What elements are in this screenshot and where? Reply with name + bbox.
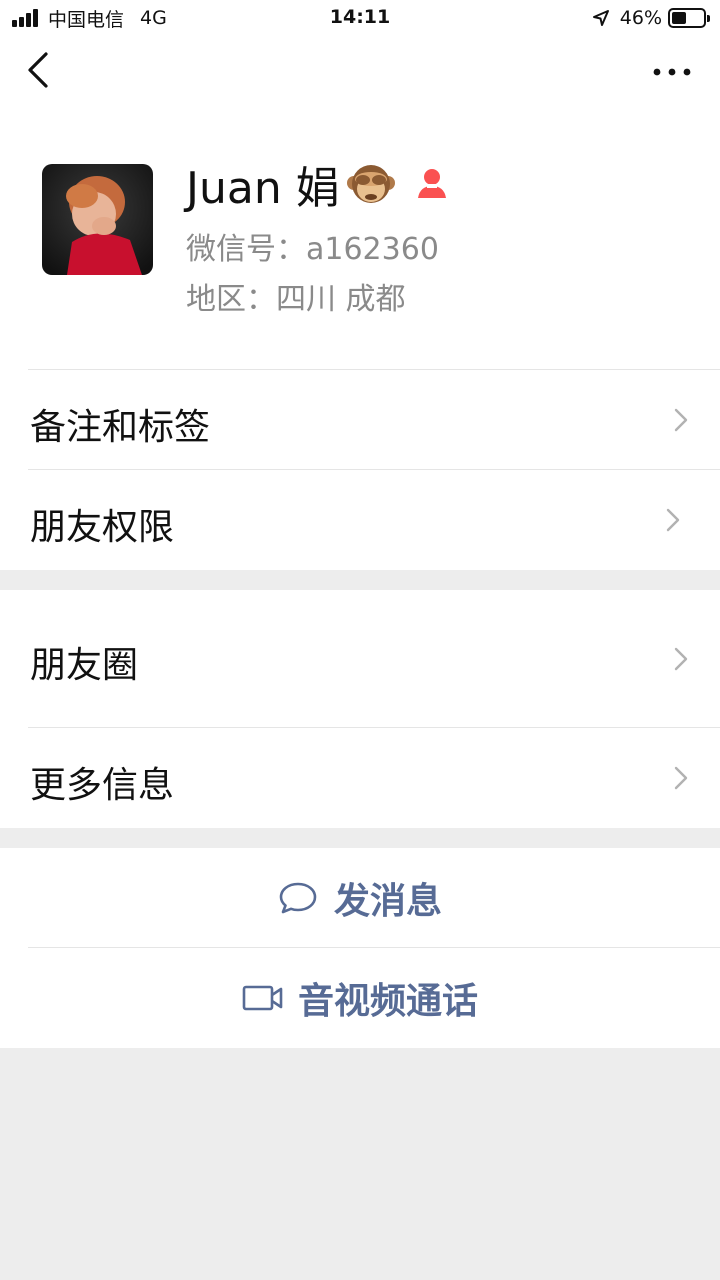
remarks-tags-label: 备注和标签 bbox=[30, 407, 211, 448]
friend-permissions-item[interactable]: 朋友权限 bbox=[0, 470, 720, 570]
status-right: 46% bbox=[592, 6, 710, 30]
see-no-evil-monkey-icon bbox=[346, 165, 395, 203]
location-arrow-icon bbox=[592, 10, 609, 26]
ellipsis-icon[interactable] bbox=[648, 60, 696, 84]
more-info-label: 更多信息 bbox=[30, 765, 175, 806]
avatar[interactable] bbox=[42, 164, 153, 275]
region: 地区：四川 成都 bbox=[186, 282, 406, 317]
battery-fill bbox=[672, 12, 686, 24]
video-call-button[interactable]: 音视频通话 bbox=[0, 948, 720, 1048]
chevron-right-icon bbox=[674, 647, 688, 671]
friend-permissions-label: 朋友权限 bbox=[30, 507, 175, 548]
profile-name: Juan 娟 bbox=[186, 163, 340, 214]
send-message-button[interactable]: 发消息 bbox=[0, 848, 720, 948]
profile-card: Juan 娟 微信号：a162360 地区：四川 成都 bbox=[0, 106, 720, 370]
video-call-label: 音视频通话 bbox=[297, 981, 478, 1022]
name-row: Juan 娟 bbox=[186, 154, 452, 214]
chevron-right-icon bbox=[666, 508, 680, 532]
battery-icon bbox=[668, 8, 710, 28]
battery-percent: 46% bbox=[619, 7, 662, 29]
moments-item[interactable]: 朋友圈 bbox=[0, 590, 720, 728]
chat-bubble-icon bbox=[279, 882, 317, 914]
chevron-left-icon[interactable] bbox=[20, 50, 60, 94]
moments-label: 朋友圈 bbox=[30, 645, 139, 686]
video-camera-icon bbox=[242, 985, 283, 1011]
wechat-id: 微信号：a162360 bbox=[186, 232, 439, 267]
female-gender-icon bbox=[417, 169, 446, 198]
more-info-item[interactable]: 更多信息 bbox=[0, 728, 720, 828]
remarks-tags-item[interactable]: 备注和标签 bbox=[0, 370, 720, 470]
send-message-label: 发消息 bbox=[333, 881, 442, 922]
nav-bar bbox=[0, 36, 720, 106]
status-bar: 中国电信 4G 14:11 46% bbox=[0, 0, 720, 36]
chevron-right-icon bbox=[674, 766, 688, 790]
chevron-right-icon bbox=[674, 408, 688, 432]
